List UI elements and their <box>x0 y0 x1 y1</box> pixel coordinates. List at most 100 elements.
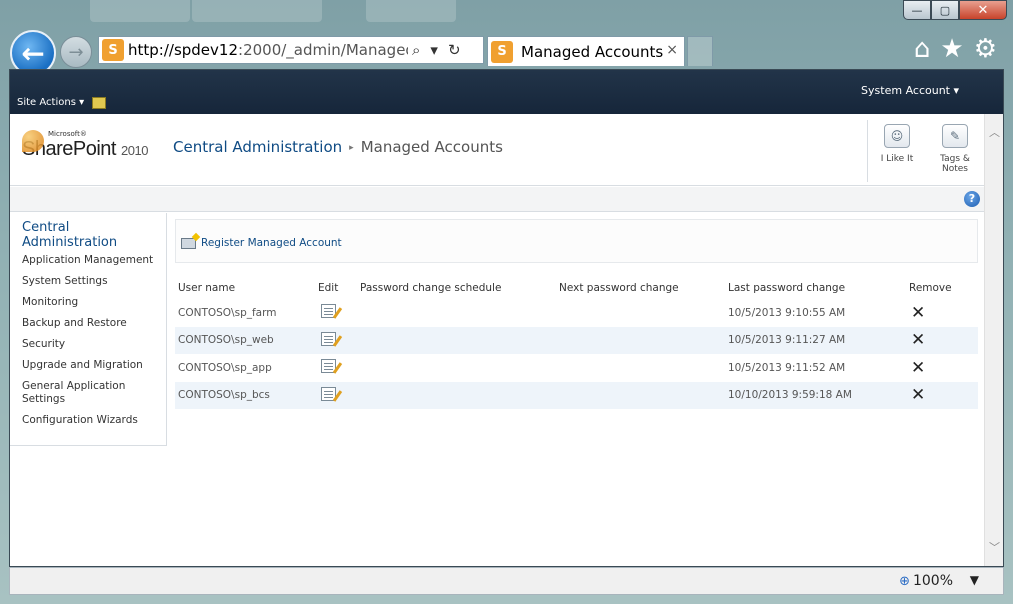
navigate-up-icon[interactable] <box>92 97 106 109</box>
zoom-dropdown-icon[interactable]: ▼ <box>970 573 979 587</box>
address-bar[interactable]: S http://spdev12:2000/_admin/ManagedAc ⌕… <box>98 36 484 64</box>
nav-item-monitoring[interactable]: Monitoring <box>22 296 165 309</box>
nav-item-application-management[interactable]: Application Management <box>22 254 165 267</box>
sharepoint-favicon-icon: S <box>102 39 124 61</box>
cell-schedule <box>360 354 559 382</box>
scroll-up-icon[interactable]: ︿ <box>989 124 1000 140</box>
logo-microsoft-text: Microsoft® <box>48 130 87 138</box>
nav-item-upgrade-migration[interactable]: Upgrade and Migration <box>22 359 165 372</box>
page-viewport: Site Actions ▾ System Account ▾ Microsof… <box>9 69 1004 567</box>
nav-item-system-settings[interactable]: System Settings <box>22 275 165 288</box>
cell-remove: ✕ <box>909 299 978 327</box>
status-bar: ⊕ 100% ▼ <box>9 567 1004 595</box>
address-url[interactable]: http://spdev12:2000/_admin/ManagedAc <box>128 41 408 59</box>
nav-item-security[interactable]: Security <box>22 338 165 351</box>
cell-remove: ✕ <box>909 381 978 409</box>
cell-edit <box>318 326 360 354</box>
cell-user-name: CONTOSO\sp_web <box>175 326 318 354</box>
new-tab-button[interactable] <box>687 36 713 66</box>
home-icon[interactable]: ⌂ <box>914 34 931 64</box>
vertical-scrollbar[interactable]: ︿ ﹀ <box>984 114 1003 566</box>
back-arrow-icon: ← <box>21 36 45 70</box>
managed-accounts-table: User name Edit Password change schedule … <box>175 277 978 409</box>
remove-icon[interactable]: ✕ <box>911 303 925 323</box>
page-title: Managed Accounts <box>360 138 503 156</box>
favorites-star-icon[interactable]: ★ <box>940 34 963 64</box>
tags-notes-icon: ✎ <box>942 124 968 148</box>
breadcrumb-home-link[interactable]: Central Administration <box>173 138 342 156</box>
user-menu[interactable]: System Account ▾ <box>861 84 959 97</box>
cell-next-change <box>559 299 728 327</box>
breadcrumb: Central Administration ▸ Managed Accounts <box>173 138 503 156</box>
col-edit: Edit <box>318 282 339 294</box>
nav-item-general-application-settings[interactable]: General Application Settings <box>22 380 165 406</box>
list-toolbar: Register Managed Account <box>175 219 978 263</box>
zoom-control[interactable]: ⊕ 100% <box>899 573 953 589</box>
background-taskbar-item <box>366 0 456 22</box>
dropdown-icon[interactable]: ▾ <box>430 41 438 59</box>
cell-user-name: CONTOSO\sp_bcs <box>175 381 318 409</box>
cell-schedule <box>360 326 559 354</box>
quick-launch-heading[interactable]: Central Administration <box>22 220 166 250</box>
tab-close-icon[interactable]: × <box>666 42 678 58</box>
remove-icon[interactable]: ✕ <box>911 358 925 378</box>
cell-next-change <box>559 354 728 382</box>
edit-icon[interactable] <box>321 359 336 374</box>
cell-schedule <box>360 299 559 327</box>
sharepoint-logo[interactable]: Microsoft® SharePoint 2010 <box>22 130 148 161</box>
logo-year: 2010 <box>121 143 148 158</box>
register-managed-account-link[interactable]: Register Managed Account <box>201 237 342 249</box>
refresh-icon[interactable]: ↻ <box>448 41 461 59</box>
i-like-it-button[interactable]: ☺ I Like It <box>868 120 926 182</box>
address-bar-icons: ⌕ ▾ ↻ <box>412 41 461 59</box>
help-icon[interactable]: ? <box>964 191 980 207</box>
cell-remove: ✕ <box>909 326 978 354</box>
sharepoint-logo-icon <box>22 130 44 152</box>
background-taskbar-item <box>90 0 190 22</box>
tags-notes-button[interactable]: ✎ Tags & Notes <box>926 120 984 182</box>
tab-managed-accounts[interactable]: S Managed Accounts × <box>487 36 685 66</box>
nav-item-backup-restore[interactable]: Backup and Restore <box>22 317 165 330</box>
site-actions-menu[interactable]: Site Actions ▾ <box>17 97 84 108</box>
url-host: http://spdev12 <box>128 41 239 59</box>
cell-last-change: 10/10/2013 9:59:18 AM <box>728 381 909 409</box>
cell-next-change <box>559 381 728 409</box>
breadcrumb-separator-icon: ▸ <box>349 143 354 153</box>
page-header: Microsoft® SharePoint 2010 Central Admin… <box>10 114 984 186</box>
table-row: CONTOSO\sp_bcs 10/10/2013 9:59:18 AM ✕ <box>175 381 978 409</box>
cell-schedule <box>360 381 559 409</box>
zoom-magnifier-icon: ⊕ <box>899 574 910 589</box>
col-remove: Remove <box>909 282 952 294</box>
edit-icon[interactable] <box>321 304 336 319</box>
tab-title: Managed Accounts <box>521 42 664 61</box>
main-content: Register Managed Account User name Edit … <box>175 219 978 409</box>
edit-icon[interactable] <box>321 386 336 401</box>
search-icon[interactable]: ⌕ <box>412 41 420 59</box>
forward-button[interactable]: → <box>60 36 92 68</box>
col-last-password-change: Last password change <box>728 282 846 294</box>
cell-user-name: CONTOSO\sp_app <box>178 361 272 374</box>
table-row: CONTOSO\sp_web 10/5/2013 9:11:27 AM ✕ <box>175 326 978 354</box>
sharepoint-ribbon: Site Actions ▾ System Account ▾ <box>10 70 1003 114</box>
nav-item-configuration-wizards[interactable]: Configuration Wizards <box>22 414 165 427</box>
minimize-button[interactable]: — <box>903 0 931 20</box>
help-bar: ? <box>10 187 984 212</box>
cell-edit <box>318 299 360 327</box>
cell-last-change: 10/5/2013 9:11:27 AM <box>728 326 909 354</box>
maximize-button[interactable]: ▢ <box>931 0 959 20</box>
col-user-name: User name <box>178 282 236 294</box>
browser-navbar: ← → S http://spdev12:2000/_admin/Managed… <box>0 26 1013 76</box>
close-window-button[interactable]: ✕ <box>959 0 1007 20</box>
scroll-down-icon[interactable]: ﹀ <box>989 539 1000 555</box>
cell-user-name: CONTOSO\sp_farm <box>178 306 277 319</box>
cell-next-change <box>559 326 728 354</box>
browser-tool-icons: ⌂ ★ ⚙ <box>914 34 997 64</box>
col-next-password-change: Next password change <box>559 282 679 294</box>
remove-icon[interactable]: ✕ <box>911 330 925 350</box>
i-like-it-label: I Like It <box>880 154 914 164</box>
edit-icon[interactable] <box>321 331 336 346</box>
quick-launch: Central Administration Application Manag… <box>10 213 167 446</box>
remove-icon[interactable]: ✕ <box>911 385 925 405</box>
zoom-level: 100% <box>912 573 953 589</box>
settings-gear-icon[interactable]: ⚙ <box>974 34 997 64</box>
